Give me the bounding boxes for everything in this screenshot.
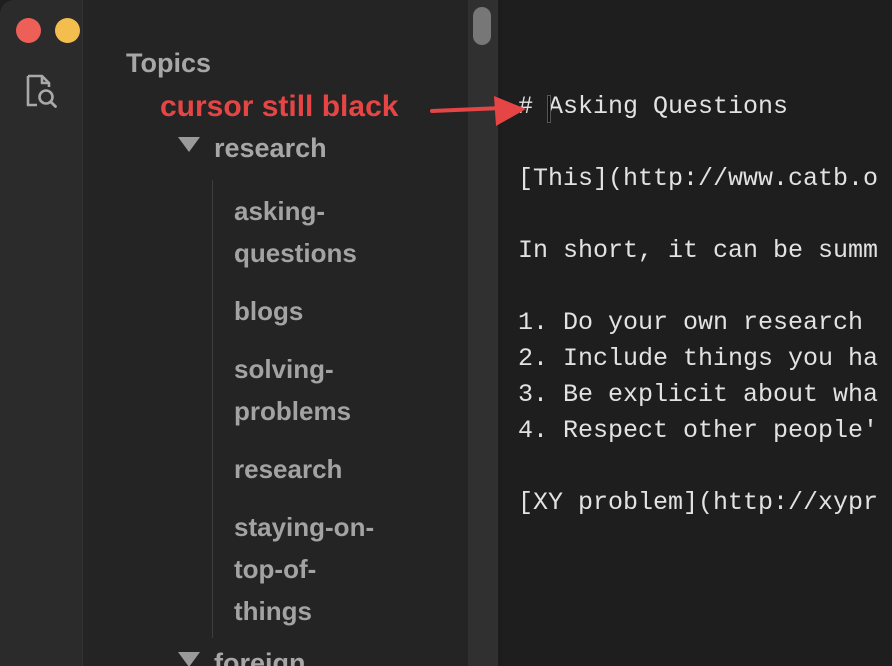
text-cursor: [547, 95, 551, 123]
folder-label: research: [214, 133, 327, 163]
file-label: research: [234, 454, 343, 484]
editor-line[interactable]: 2. Include things you ha: [518, 344, 878, 373]
activity-bar: [0, 0, 120, 666]
close-window-button[interactable]: [16, 18, 41, 43]
editor-line[interactable]: [This](http://www.catb.o: [518, 164, 878, 193]
disclosure-triangle-icon[interactable]: [178, 652, 200, 666]
tree-indent-guide: [212, 180, 213, 638]
file-item-research[interactable]: research: [234, 448, 434, 490]
file-label: staying-on-: [234, 512, 375, 542]
folder-label: foreign: [214, 648, 306, 666]
editor-line[interactable]: # Asking Questions: [518, 92, 788, 121]
file-item-blogs[interactable]: blogs: [234, 290, 434, 332]
search-files-icon[interactable]: [22, 72, 60, 110]
file-label: solving-: [234, 354, 334, 384]
folder-research[interactable]: research: [178, 133, 327, 164]
file-item-asking-questions[interactable]: asking- questions: [234, 190, 434, 274]
annotation-arrow-icon: [430, 96, 526, 126]
file-label: asking-: [234, 196, 326, 226]
folder-foreign[interactable]: foreign: [178, 648, 306, 666]
file-label: things: [234, 596, 312, 626]
app-window: Topics research asking- questions blogs …: [0, 0, 892, 666]
editor-line[interactable]: 3. Be explicit about wha: [518, 380, 878, 409]
disclosure-triangle-icon[interactable]: [178, 137, 200, 152]
sidebar-title: Topics: [126, 48, 212, 78]
annotation-label: cursor still black: [160, 90, 399, 123]
file-label: blogs: [234, 296, 304, 326]
editor-line[interactable]: In short, it can be summ: [518, 236, 878, 265]
file-item-staying-on-top-of-things[interactable]: staying-on- top-of- things: [234, 506, 434, 632]
file-label: questions: [234, 238, 357, 268]
file-label: top-of-: [234, 554, 317, 584]
file-item-solving-problems[interactable]: solving- problems: [234, 348, 434, 432]
file-label: problems: [234, 396, 352, 426]
minimize-window-button[interactable]: [55, 18, 80, 43]
sidebar-scrollbar-thumb[interactable]: [473, 7, 491, 45]
editor-line[interactable]: [XY problem](http://xypr: [518, 488, 878, 517]
editor-line[interactable]: 1. Do your own research: [518, 308, 878, 337]
editor-line[interactable]: 4. Respect other people': [518, 416, 878, 445]
